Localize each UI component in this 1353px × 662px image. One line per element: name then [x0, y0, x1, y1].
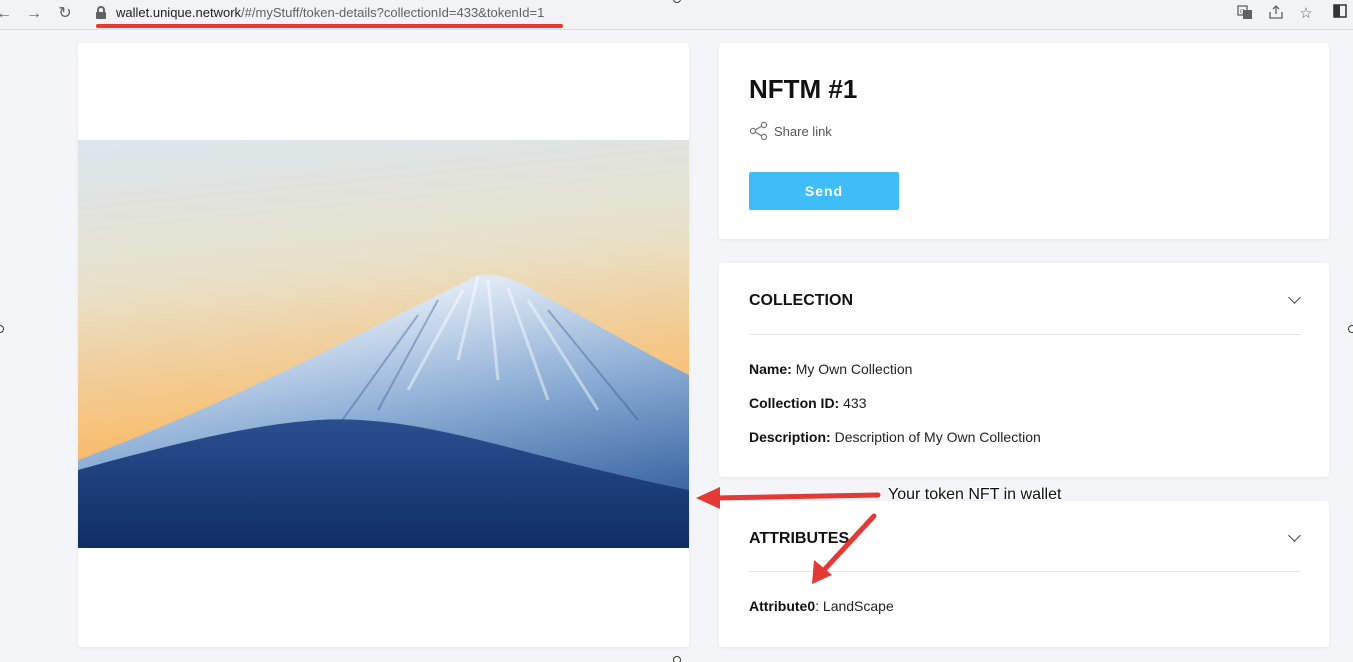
share-link[interactable]: Share link — [749, 121, 832, 141]
send-button[interactable]: Send — [749, 172, 899, 210]
url-highlight-underline — [96, 24, 563, 28]
browser-toolbar: ← → ↻ wallet.unique.network/#/myStuff/to… — [0, 0, 1353, 30]
collection-heading[interactable]: COLLECTION — [749, 292, 853, 310]
star-icon[interactable]: ☆ — [1296, 4, 1316, 24]
collection-id: Collection ID: 433 — [749, 395, 867, 411]
selection-handle — [0, 325, 4, 333]
share-icon[interactable] — [1266, 4, 1286, 24]
share-link-icon — [749, 121, 768, 141]
url-path: /#/myStuff/token-details?collectionId=43… — [241, 5, 545, 20]
nft-image[interactable] — [78, 140, 689, 548]
token-title: NFTM #1 — [749, 74, 858, 104]
divider — [749, 334, 1301, 335]
collection-section: COLLECTION Name: My Own Collection Colle… — [719, 263, 1329, 477]
attribute-row: Attribute0: LandScape — [749, 598, 894, 614]
url-text[interactable]: wallet.unique.network/#/myStuff/token-de… — [116, 5, 544, 20]
attributes-heading[interactable]: ATTRIBUTES — [749, 530, 849, 548]
annotation-label: Your token NFT in wallet — [888, 486, 1062, 503]
share-link-label: Share link — [774, 123, 832, 139]
sidebar-icon[interactable] — [1330, 4, 1350, 24]
attributes-section: ATTRIBUTES Attribute0: LandScape — [719, 501, 1329, 647]
collection-name: Name: My Own Collection — [749, 361, 913, 377]
chevron-down-icon[interactable] — [1288, 529, 1301, 542]
chevron-down-icon[interactable] — [1288, 291, 1301, 304]
divider — [749, 571, 1301, 572]
selection-handle — [673, 656, 681, 662]
back-arrow-icon[interactable]: ← — [0, 4, 14, 24]
selection-handle — [1348, 325, 1353, 333]
translate-icon[interactable]: G — [1235, 4, 1255, 24]
lock-icon[interactable] — [96, 6, 106, 20]
collection-description: Description: Description of My Own Colle… — [749, 429, 1041, 445]
forward-arrow-icon[interactable]: → — [24, 4, 44, 24]
url-host: wallet.unique.network — [116, 5, 242, 20]
reload-icon[interactable]: ↻ — [55, 4, 75, 24]
token-header-card: NFTM #1 Share link Send — [719, 43, 1329, 239]
svg-text:G: G — [1240, 9, 1245, 16]
nft-image-card — [78, 43, 689, 647]
